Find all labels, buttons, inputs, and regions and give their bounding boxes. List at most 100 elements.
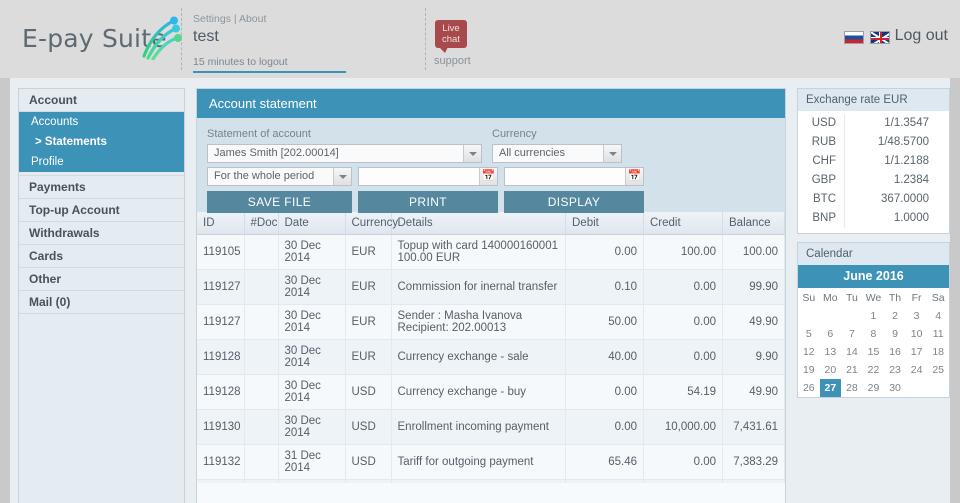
column-header-debit[interactable]: Debit [565, 212, 644, 235]
chevron-down-icon[interactable] [463, 145, 481, 162]
flag-uk-icon[interactable] [870, 31, 890, 44]
cell-balance: 49.90 [722, 304, 785, 340]
calendar-day[interactable]: 19 [798, 361, 820, 379]
calendar-day[interactable]: 18 [927, 343, 949, 361]
sidebar-item-mail[interactable]: Mail (0) [19, 291, 184, 314]
currency-rate: 1.0000 [844, 209, 949, 228]
calendar-day[interactable]: 22 [863, 361, 885, 379]
calendar-day[interactable]: 24 [906, 361, 928, 379]
cell-debit: 0.00 [565, 234, 644, 270]
currency-code: BNP [812, 212, 836, 224]
calendar-day[interactable]: 27 [819, 379, 842, 397]
display-button[interactable]: DISPLAY [504, 191, 644, 213]
date-to-input[interactable] [505, 168, 621, 183]
cell-doc [244, 479, 279, 483]
table-row[interactable]: 119132 31 Dec 2014 USD Tariff for outgoing … [197, 444, 785, 480]
cell-currency: EUR [345, 304, 392, 340]
column-header-currency[interactable]: Currency [345, 212, 398, 235]
live-chat-button[interactable]: Live chat [435, 20, 467, 53]
cell-id: 119132 [197, 479, 245, 483]
sidebar-item-other[interactable]: Other [19, 268, 184, 291]
statement-table-scroll[interactable]: ID #Doc Date Currency Details Debit Cred… [197, 212, 785, 483]
save-file-button[interactable]: SAVE FILE [207, 191, 352, 213]
column-header-credit[interactable]: Credit [643, 212, 723, 235]
date-to-field[interactable]: 📅 [504, 167, 644, 186]
calendar-day[interactable]: 10 [906, 325, 928, 343]
calendar-day[interactable]: 26 [798, 379, 820, 397]
calendar-day[interactable]: 16 [884, 343, 906, 361]
logout-button[interactable]: Log out [895, 27, 948, 45]
calendar-day[interactable]: 20 [820, 361, 842, 379]
calendar-day[interactable]: 28 [841, 379, 863, 397]
calendar-day[interactable]: 8 [863, 325, 885, 343]
calendar-day[interactable]: 3 [906, 307, 928, 325]
calendar-day[interactable]: 12 [798, 343, 820, 361]
calendar-day[interactable]: 30 [884, 379, 906, 397]
calendar-day[interactable]: 2 [884, 307, 906, 325]
calendar-day[interactable]: 29 [863, 379, 885, 397]
about-link[interactable]: About [239, 13, 266, 25]
table-row[interactable]: 119127 30 Dec 2014 EUR Sender : Masha Ivano… [197, 304, 785, 340]
cell-currency: EUR [345, 339, 392, 375]
print-button[interactable]: PRINT [358, 191, 498, 213]
column-header-doc[interactable]: #Doc [244, 212, 279, 235]
calendar-day[interactable]: 9 [884, 325, 906, 343]
calendar-day[interactable]: 11 [927, 325, 949, 343]
cell-balance: 99.90 [722, 269, 785, 305]
calendar-day[interactable]: 17 [906, 343, 928, 361]
column-header-details[interactable]: Details [391, 212, 566, 235]
sidebar-item-account[interactable]: Account [19, 89, 184, 112]
column-header-date[interactable]: Date [278, 212, 346, 235]
chevron-down-icon[interactable] [603, 145, 621, 162]
cell-credit: 0.00 [643, 269, 723, 305]
calendar-day[interactable]: 1 [863, 307, 885, 325]
chevron-down-icon[interactable] [333, 168, 351, 185]
calendar-day[interactable]: 13 [820, 343, 842, 361]
cell-id: 119128 [197, 374, 245, 410]
calendar-day[interactable]: 5 [798, 325, 820, 343]
calendar-day[interactable]: 21 [841, 361, 863, 379]
calendar-day[interactable]: 4 [927, 307, 949, 325]
flag-russia-icon[interactable] [844, 31, 864, 44]
sidebar-item-accounts[interactable]: Accounts [19, 112, 184, 132]
table-row[interactable]: 119128 30 Dec 2014 EUR Currency exchange - … [197, 339, 785, 375]
calendar-day[interactable]: 7 [841, 325, 863, 343]
table-row[interactable]: 119127 30 Dec 2014 EUR Commission for inern… [197, 269, 785, 305]
calendar-icon[interactable]: 📅 [479, 168, 497, 185]
cell-date: 30 Dec 2014 [278, 374, 346, 410]
table-row[interactable]: 119130 30 Dec 2014 USD Enrollment incoming … [197, 409, 785, 445]
calendar-day[interactable]: 14 [841, 343, 863, 361]
date-from-field[interactable]: 📅 [358, 167, 498, 186]
column-header-balance[interactable]: Balance [722, 212, 785, 235]
cell-credit: 0.00 [643, 479, 723, 483]
currency-code: USD [811, 117, 836, 129]
cell-credit: 0.00 [643, 339, 723, 375]
table-row[interactable]: 119128 30 Dec 2014 USD Currency exchange - … [197, 374, 785, 410]
table-row[interactable]: 119132 31 Dec 2014USDSender : Masha Ivano… [197, 479, 785, 483]
calendar-day[interactable]: 6 [820, 325, 842, 343]
settings-link[interactable]: Settings [193, 13, 231, 25]
column-header-id[interactable]: ID [197, 212, 245, 235]
app-header: E-pay Suite Settings | About test 15 min… [0, 0, 960, 78]
date-from-input[interactable] [359, 168, 475, 183]
sidebar-item-payments[interactable]: Payments [19, 176, 184, 199]
account-select[interactable]: James Smith [202.00014] [207, 144, 482, 163]
cell-date: 30 Dec 2014 [278, 234, 346, 270]
table-row[interactable]: 119105 30 Dec 2014 EUR Topup with card 1400… [197, 234, 785, 270]
currency-select[interactable]: All currencies [492, 144, 622, 163]
sidebar-item-cards[interactable]: Cards [19, 245, 184, 268]
sidebar-item-profile[interactable]: Profile [19, 152, 184, 172]
calendar-day[interactable]: 15 [863, 343, 885, 361]
calendar-day[interactable]: 23 [884, 361, 906, 379]
sidebar-item-statements[interactable]: > Statements [19, 132, 184, 152]
calendar-day[interactable]: 25 [927, 361, 949, 379]
calendar-grid: Su Mo Tu We Th Fr Sa 1 2 3 4 5 6 7 8 9 10 11 12 13 14 15 16 17… [798, 288, 949, 397]
sidebar-item-withdrawals[interactable]: Withdrawals [19, 222, 184, 245]
exchange-rate-row: CHF 1/1.2188 [798, 152, 949, 171]
sidebar-item-label: > Statements [35, 136, 107, 148]
cell-credit: 100.00 [643, 234, 723, 270]
calendar-icon[interactable]: 📅 [625, 168, 643, 185]
sidebar-item-topup-account[interactable]: Top-up Account [19, 199, 184, 222]
cell-doc [244, 269, 279, 305]
period-select[interactable]: For the whole period [207, 167, 352, 186]
